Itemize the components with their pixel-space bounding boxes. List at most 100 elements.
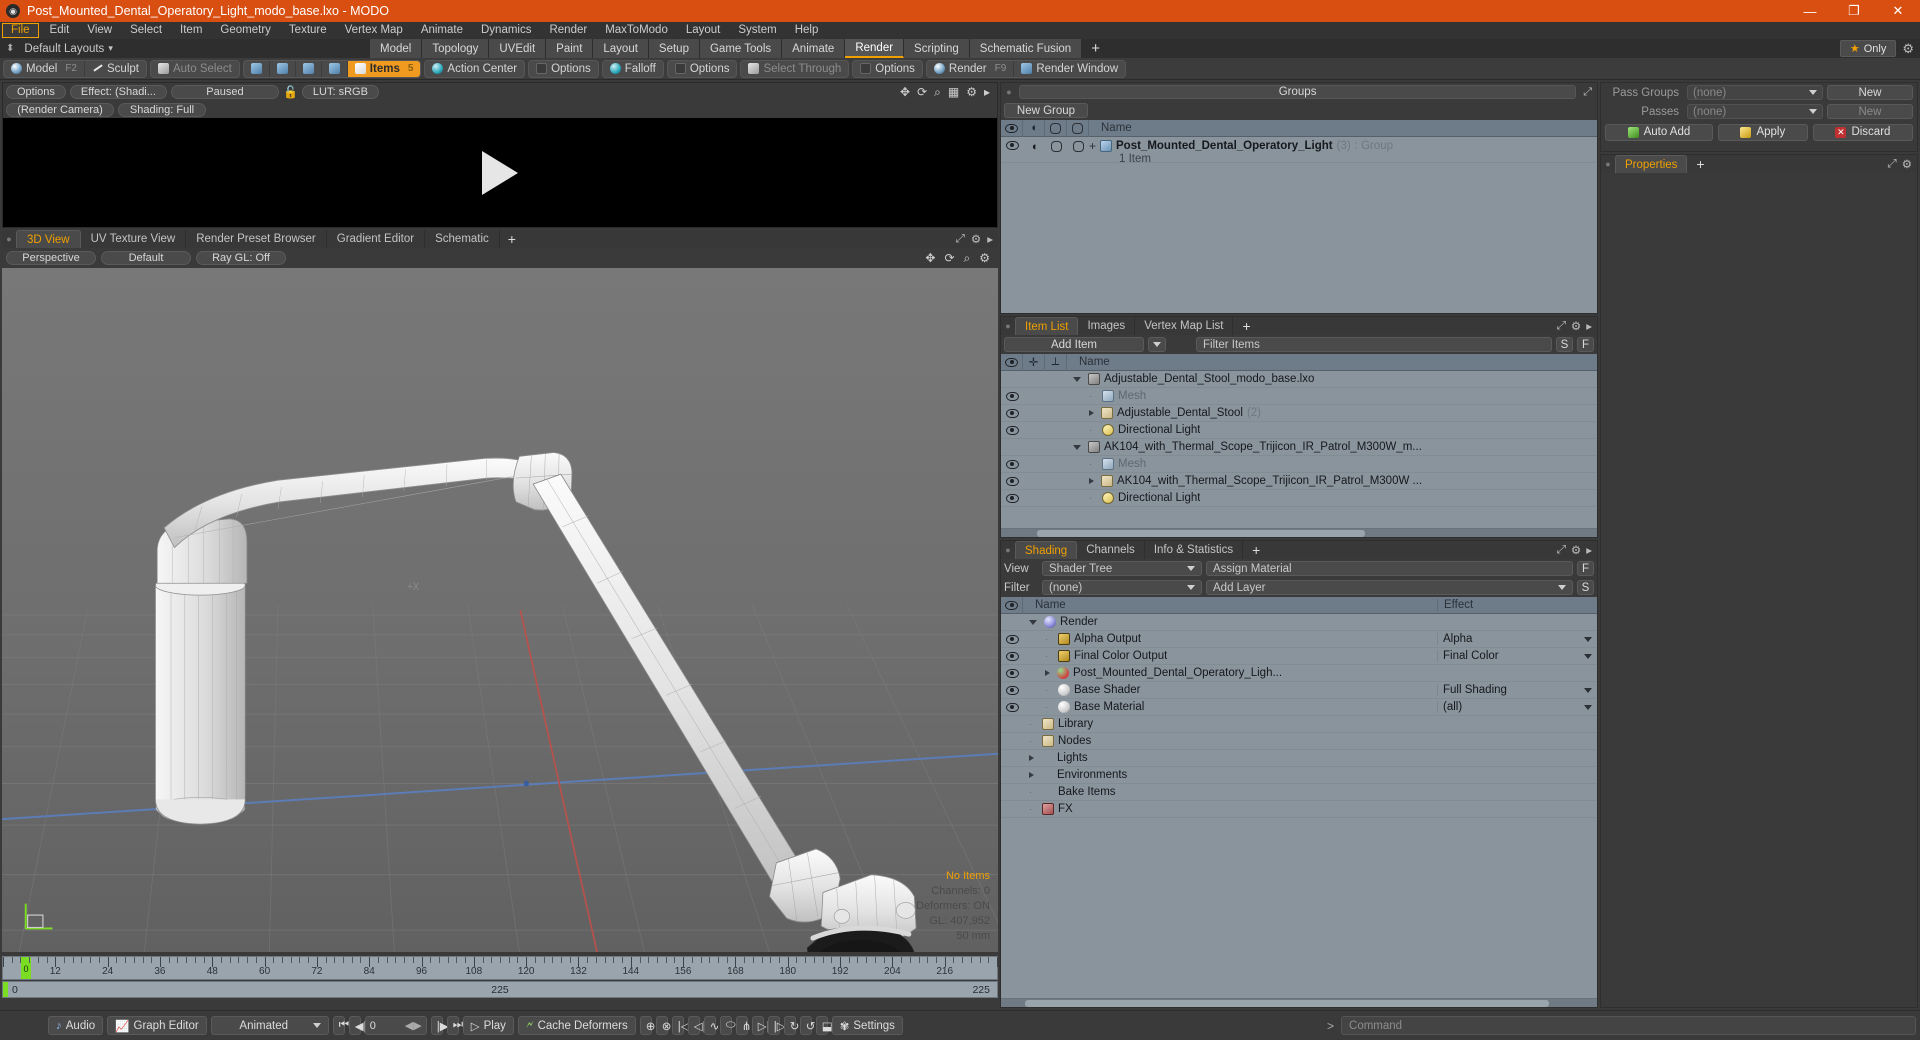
tree-row[interactable]: · Directional Light: [1001, 490, 1597, 507]
chevron-right-icon[interactable]: [1089, 410, 1094, 416]
add-layout-tab-button[interactable]: +: [1082, 39, 1110, 58]
expand-icon[interactable]: ⤢: [1887, 158, 1896, 171]
chevron-down-icon[interactable]: [1584, 653, 1592, 659]
tree-row[interactable]: · Final Color Output Final Color: [1001, 648, 1597, 665]
panel-menu-dot[interactable]: ●: [1001, 541, 1015, 559]
layout-tab-animate[interactable]: Animate: [782, 39, 846, 58]
shader-tree[interactable]: Render · Alpha Output Alpha · Final Color Out…: [1001, 614, 1597, 1007]
chevron-right-icon[interactable]: [1029, 755, 1034, 761]
render-camera-selector[interactable]: (Render Camera): [6, 102, 114, 117]
delete-key-button[interactable]: ⋔: [735, 1016, 751, 1035]
menu-item-item[interactable]: Item: [171, 22, 211, 39]
command-input[interactable]: Command: [1341, 1016, 1916, 1035]
panel-menu-dot[interactable]: ●: [1001, 317, 1015, 335]
minimize-button[interactable]: —: [1788, 0, 1832, 22]
row-link-toggle[interactable]: ◖: [1023, 139, 1045, 153]
tree-row[interactable]: Adjustable_Dental_Stool_modo_base.lxo: [1001, 371, 1597, 388]
close-button[interactable]: ✕: [1876, 0, 1920, 22]
item-list-tree[interactable]: Adjustable_Dental_Stool_modo_base.lxo · Me…: [1001, 371, 1597, 537]
tab-vertex-map-list[interactable]: Vertex Map List: [1135, 317, 1234, 335]
items-mode-button[interactable]: Items 5: [347, 60, 421, 77]
shader-tree-hscrollbar[interactable]: [1001, 998, 1597, 1007]
scrollbar-thumb[interactable]: [1024, 1000, 1550, 1007]
tree-row[interactable]: AK104_with_Thermal_Scope_Trijicon_IR_Pat…: [1001, 439, 1597, 456]
menu-item-system[interactable]: System: [729, 22, 785, 39]
tab-uv-texture-view[interactable]: UV Texture View: [81, 230, 187, 248]
auto-add-button[interactable]: Auto Add: [1605, 123, 1713, 141]
menu-item-help[interactable]: Help: [786, 22, 828, 39]
chevron-right-icon[interactable]: [1029, 772, 1034, 778]
action-center-options-button[interactable]: Options: [529, 61, 598, 77]
layout-tab-render[interactable]: Render: [845, 39, 905, 58]
falloff-options-button[interactable]: Options: [668, 61, 737, 77]
item-list-hscrollbar[interactable]: [1001, 528, 1597, 537]
layout-tab-topology[interactable]: Topology: [422, 39, 490, 58]
new-group-button[interactable]: New Group: [1004, 103, 1088, 118]
animated-selector[interactable]: Animated: [210, 1016, 329, 1035]
gear-icon[interactable]: ⚙: [979, 251, 990, 265]
gear-icon[interactable]: ⚙: [1571, 543, 1581, 557]
menu-item-texture[interactable]: Texture: [280, 22, 336, 39]
expand-arrow-icon[interactable]: ▸: [984, 85, 990, 99]
filter-s-button[interactable]: S: [1556, 337, 1573, 352]
zoom-icon[interactable]: ⌕: [964, 251, 971, 266]
gear-icon[interactable]: ⚙: [966, 85, 977, 99]
menu-item-file[interactable]: File: [2, 23, 39, 38]
menu-item-view[interactable]: View: [78, 22, 121, 39]
layout-tab-layout[interactable]: Layout: [593, 39, 649, 58]
layout-tab-game-tools[interactable]: Game Tools: [699, 39, 783, 58]
gear-icon[interactable]: ⚙: [1571, 319, 1581, 333]
row-eye-toggle[interactable]: [1001, 408, 1023, 418]
chevron-right-icon[interactable]: ▸: [1586, 319, 1592, 333]
row-eye-toggle[interactable]: [1001, 459, 1023, 469]
groups-row[interactable]: ◖ + Post_Mounted_Dental_Operatory_Light …: [1001, 137, 1597, 165]
filter-items-input[interactable]: Filter Items: [1196, 337, 1552, 352]
prev-key-button[interactable]: |◁: [671, 1016, 690, 1035]
shader-view-selector[interactable]: Shader Tree: [1042, 561, 1202, 576]
chevron-down-icon[interactable]: [1584, 687, 1592, 693]
settings-button[interactable]: ✾ Settings: [831, 1016, 903, 1035]
grid-icon[interactable]: ▦: [948, 85, 959, 99]
select-through-options-button[interactable]: Options: [853, 61, 922, 77]
viewport-view-mode[interactable]: Perspective: [6, 251, 96, 265]
row-eye-toggle[interactable]: [1001, 668, 1023, 678]
render-preview-canvas[interactable]: [3, 118, 997, 227]
row-shape2-toggle[interactable]: [1067, 139, 1089, 152]
timeline-ruler[interactable]: 0 12 24 36 48 60 72 84 96 108 120 132 144 156 168 180 1…: [2, 956, 998, 980]
action-center-button[interactable]: Action Center: [425, 61, 524, 77]
scrollbar-thumb[interactable]: [1036, 530, 1365, 537]
chevron-down-icon[interactable]: [1073, 376, 1081, 382]
row-shape1-toggle[interactable]: [1045, 139, 1067, 152]
add-item-list-tab-button[interactable]: +: [1233, 317, 1259, 335]
row-eye-toggle[interactable]: [1001, 139, 1023, 150]
panel-menu-dot[interactable]: ●: [1001, 87, 1017, 97]
viewport-raygl-toggle[interactable]: Ray GL: Off: [196, 251, 286, 265]
move-icon[interactable]: ✥: [900, 85, 910, 99]
only-button[interactable]: ★ Only: [1839, 40, 1897, 57]
prev-key-2-button[interactable]: ◁|: [687, 1016, 706, 1035]
filter-f-button[interactable]: F: [1577, 337, 1594, 352]
row-eye-toggle[interactable]: [1001, 702, 1023, 712]
unlock-icon[interactable]: 🔓: [283, 85, 298, 99]
polygon-mode-button[interactable]: [296, 60, 322, 77]
tab-schematic[interactable]: Schematic: [425, 230, 500, 248]
tab-shading[interactable]: Shading: [1015, 541, 1078, 559]
fk-toggle-button[interactable]: ⊗: [655, 1016, 671, 1035]
step-back-button[interactable]: ◀|: [348, 1016, 367, 1035]
tree-row[interactable]: · Bake Items: [1001, 784, 1597, 801]
new-pass-button[interactable]: New: [1827, 104, 1913, 119]
material-mode-button[interactable]: [322, 60, 348, 77]
tree-row[interactable]: Adjustable_Dental_Stool (2): [1001, 405, 1597, 422]
tree-row[interactable]: AK104_with_Thermal_Scope_Trijicon_IR_Pat…: [1001, 473, 1597, 490]
add-layer-s-button[interactable]: S: [1577, 580, 1594, 595]
layout-tab-schematic-fusion[interactable]: Schematic Fusion: [969, 39, 1083, 58]
next-key-button[interactable]: ▷|: [751, 1016, 770, 1035]
viewport-3d-canvas[interactable]: +X No Items Channels: 0 Deformers: ON GL…: [2, 268, 998, 952]
render-options-button[interactable]: Options: [6, 85, 66, 99]
assign-material-button[interactable]: Assign Material: [1206, 561, 1573, 576]
graph-editor-button[interactable]: 📈 Graph Editor: [107, 1016, 207, 1035]
select-through-button[interactable]: Select Through: [741, 61, 848, 77]
loop-button[interactable]: ↻: [783, 1016, 799, 1035]
add-item-button[interactable]: Add Item: [1004, 337, 1144, 352]
default-layouts-selector[interactable]: ⬍ Default Layouts ▾: [0, 39, 370, 58]
